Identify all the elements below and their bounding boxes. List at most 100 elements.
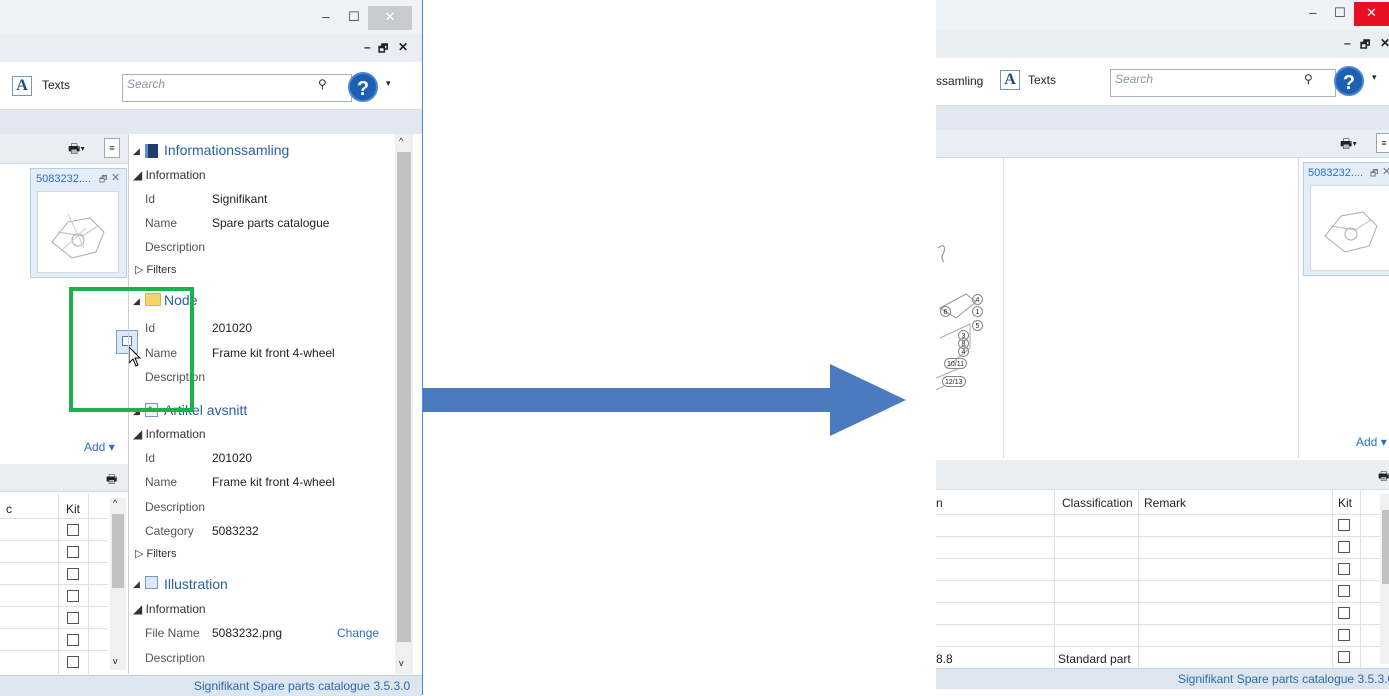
close-button[interactable]: ✕ — [1354, 2, 1389, 26]
kit-checkbox[interactable] — [67, 612, 79, 624]
diagram-callout: 5 — [972, 320, 983, 331]
kit-checkbox[interactable] — [67, 590, 79, 602]
export-icon[interactable]: ≡ — [1376, 133, 1389, 153]
parts-scrollbar[interactable]: ^ v — [110, 498, 126, 670]
texts-button-label[interactable]: Texts — [1028, 73, 1056, 87]
kit-checkbox[interactable] — [67, 524, 79, 536]
scroll-thumb[interactable] — [397, 152, 411, 642]
right-ribbon: ssamling A Texts Search ⚲ ? ▾ — [936, 58, 1389, 106]
collapse-icon[interactable]: ◢ — [133, 146, 140, 157]
thumbnail-close-icon[interactable]: ✕ — [1382, 165, 1389, 178]
group-information[interactable]: ◢ Information — [133, 427, 206, 441]
kit-checkbox[interactable] — [1338, 651, 1350, 663]
search-input[interactable]: Search — [1110, 69, 1336, 97]
print-icon[interactable]: 🖶▾ — [1340, 135, 1357, 157]
row-line — [0, 628, 108, 629]
thumbnail-image — [1310, 185, 1389, 271]
kit-checkbox[interactable] — [1338, 519, 1350, 531]
kit-checkbox[interactable] — [1338, 563, 1350, 575]
kit-checkbox[interactable] — [1338, 629, 1350, 641]
column-header-remark: Remark — [1144, 496, 1187, 510]
filters-expander[interactable]: ▷ Filters — [135, 263, 176, 276]
right-window: – ☐ ✕ – 🗗 ✕ ssamling A Texts Search ⚲ ? … — [936, 0, 1389, 695]
illustration-thumbnail[interactable]: 5083232.... 🗗 ✕ — [30, 168, 127, 278]
right-panel-header: 🖶▾ ≡ — [936, 130, 1389, 158]
illustration-view[interactable]: 4 1 6 5 3 8 4 10/11 12/13 — [936, 158, 1004, 458]
properties-scrollbar[interactable]: ^ v — [395, 134, 413, 674]
thumbnail-image — [37, 191, 119, 273]
help-dropdown-icon[interactable]: ▾ — [1372, 72, 1377, 83]
close-button[interactable]: ✕ — [368, 6, 412, 30]
change-link[interactable]: Change — [337, 626, 379, 640]
scroll-thumb[interactable] — [1382, 510, 1389, 584]
scroll-down-icon[interactable]: v — [113, 656, 118, 666]
scroll-thumb[interactable] — [112, 514, 124, 588]
scroll-down-icon[interactable]: v — [399, 658, 404, 668]
minimize-button[interactable]: – — [312, 6, 340, 30]
mdi-close-button[interactable]: ✕ — [1380, 36, 1389, 50]
group-information[interactable]: ◢ Information — [133, 168, 206, 182]
prop-label: File Name — [145, 626, 200, 640]
status-text: Signifikant Spare parts catalogue 3.5.3.… — [194, 679, 411, 693]
maximize-button[interactable]: ☐ — [1326, 2, 1354, 26]
minimize-button[interactable]: – — [1299, 2, 1327, 26]
column-header-classification: Classification — [1062, 496, 1133, 510]
scroll-up-icon[interactable]: ^ — [399, 136, 403, 146]
mdi-close-button[interactable]: ✕ — [398, 40, 408, 54]
group-information[interactable]: ◢ Information — [133, 602, 206, 616]
texts-icon[interactable]: A — [1000, 70, 1020, 90]
parts-print-icon[interactable]: 🖶 — [106, 470, 117, 491]
cell-value: 8.8 — [936, 652, 953, 666]
kit-checkbox[interactable] — [67, 568, 79, 580]
book-icon — [145, 144, 158, 158]
col-divider — [1360, 490, 1361, 668]
thumbnail-pin-icon[interactable]: 🗗 — [1370, 166, 1378, 182]
row-line — [0, 518, 108, 519]
add-button[interactable]: Add ▾ — [84, 440, 115, 454]
print-icon[interactable]: 🖶▾ — [68, 140, 85, 162]
kit-checkbox[interactable] — [67, 656, 79, 668]
parts-scrollbar[interactable] — [1380, 494, 1389, 664]
parts-table: n Classification Remark Kit 8.8 Standard… — [936, 490, 1389, 668]
add-button[interactable]: Add ▾ — [1356, 435, 1387, 449]
cell-classification: Standard part — [1058, 652, 1131, 666]
mdi-restore-button[interactable]: 🗗 — [378, 40, 388, 59]
right-title-bar: – ☐ ✕ — [936, 0, 1389, 30]
kit-checkbox[interactable] — [1338, 585, 1350, 597]
scroll-up-icon[interactable]: ^ — [113, 498, 117, 508]
mdi-restore-button[interactable]: 🗗 — [1360, 36, 1370, 55]
prop-label: Description — [145, 500, 206, 514]
kit-checkbox[interactable] — [1338, 607, 1350, 619]
texts-button-label[interactable]: Texts — [42, 78, 70, 92]
texts-icon[interactable]: A — [12, 76, 32, 96]
mdi-minimize-button[interactable]: – — [1344, 36, 1351, 50]
kit-checkbox[interactable] — [1338, 541, 1350, 553]
collapse-icon[interactable]: ◢ — [133, 579, 140, 590]
row-line — [0, 584, 108, 585]
row-line — [936, 536, 1380, 537]
diagram-callout: 10/11 — [944, 358, 968, 369]
thumbnail-drawing — [1324, 211, 1378, 253]
filters-expander[interactable]: ▷ Filters — [135, 547, 176, 560]
kit-checkbox[interactable] — [67, 546, 79, 558]
mdi-minimize-button[interactable]: – — [364, 40, 371, 54]
illustration-thumbnail[interactable]: 5083232.... 🗗 ✕ — [1303, 162, 1389, 276]
parts-print-icon[interactable]: 🖶 — [1378, 467, 1389, 488]
kit-checkbox[interactable] — [67, 634, 79, 646]
right-status-bar: Signifikant Spare parts catalogue 3.5.3.… — [936, 668, 1389, 689]
ribbon-partial-label[interactable]: ssamling — [936, 74, 983, 88]
thumbnail-close-icon[interactable]: ✕ — [111, 171, 120, 184]
left-mdi-bar: – 🗗 ✕ — [0, 34, 422, 62]
search-icon[interactable]: ⚲ — [318, 77, 327, 91]
prop-label: Description — [145, 651, 206, 665]
help-icon[interactable]: ? — [1334, 66, 1364, 96]
column-header-partial: c — [6, 502, 12, 516]
thumbnail-pin-icon[interactable]: 🗗 — [99, 172, 107, 188]
export-icon[interactable]: ≡ — [104, 138, 120, 158]
help-dropdown-icon[interactable]: ▾ — [386, 78, 391, 89]
column-header-kit: Kit — [1338, 496, 1353, 510]
search-icon[interactable]: ⚲ — [1304, 72, 1313, 86]
help-icon[interactable]: ? — [348, 72, 378, 102]
maximize-button[interactable]: ☐ — [340, 6, 368, 30]
section-title-illustration: Illustration — [164, 576, 228, 592]
